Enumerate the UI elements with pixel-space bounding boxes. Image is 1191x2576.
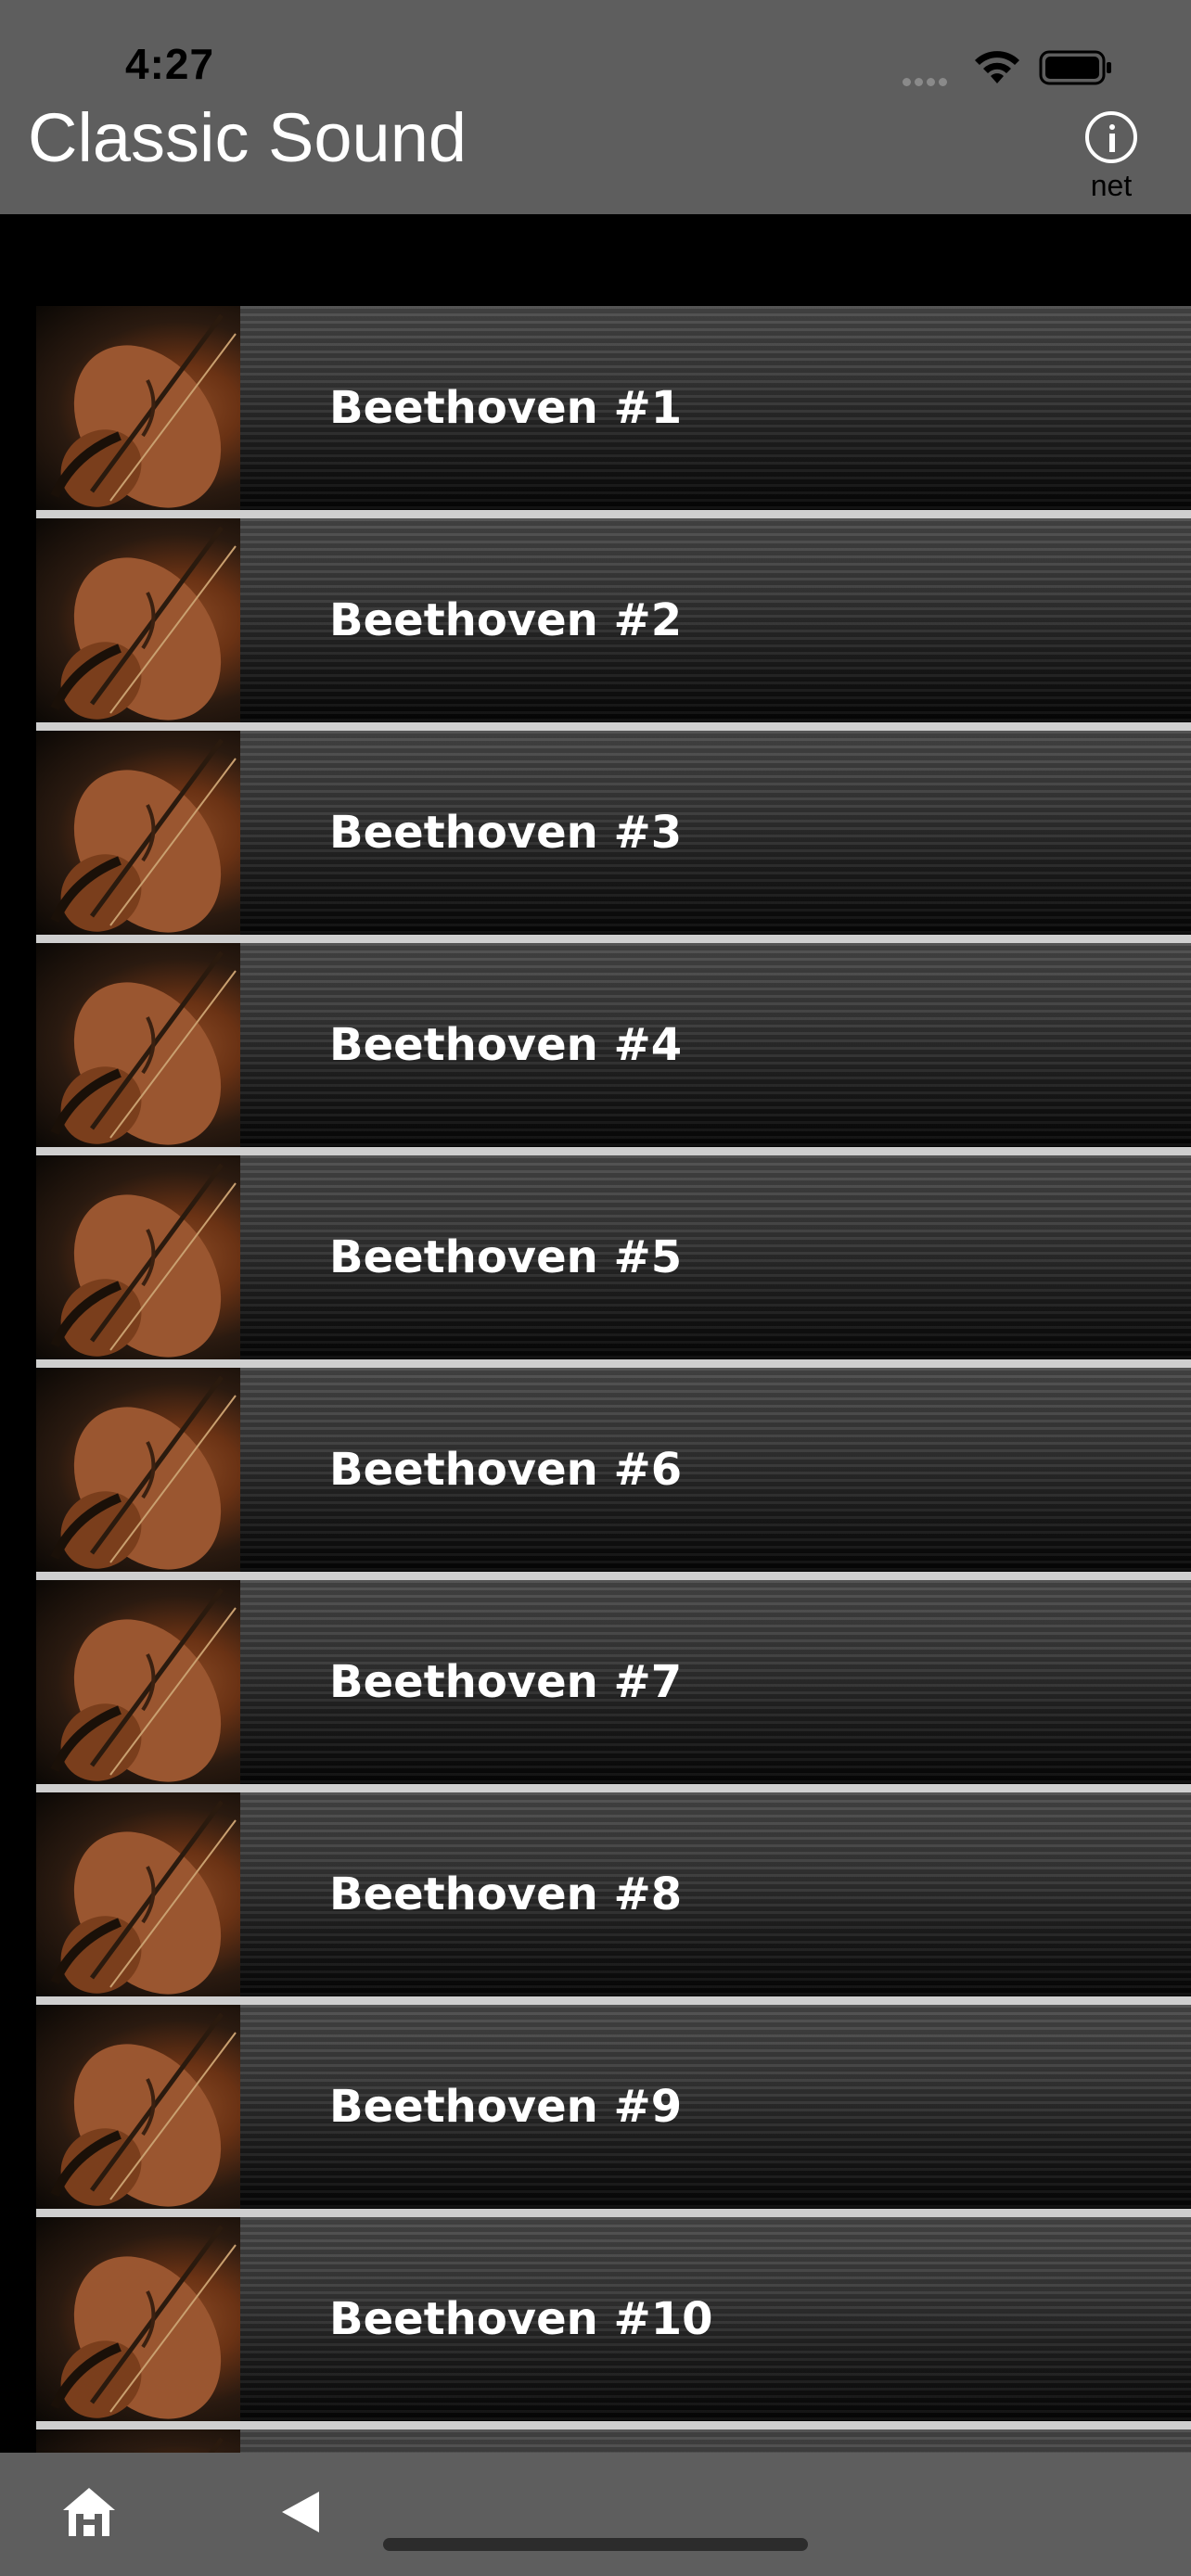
home-indicator — [383, 2538, 808, 2551]
divider — [36, 510, 1191, 518]
violin-thumbnail — [36, 1368, 240, 1572]
violin-thumbnail — [36, 2429, 240, 2454]
divider — [36, 1572, 1191, 1580]
divider — [36, 722, 1191, 731]
list-item-label: Beethoven #3 — [329, 807, 683, 859]
list-item-label: Beethoven #7 — [329, 1656, 683, 1708]
list-item[interactable]: Beethoven #9 — [36, 2005, 1191, 2217]
list-item-label: Beethoven #10 — [329, 2293, 713, 2345]
info-button[interactable]: net — [1083, 111, 1139, 209]
divider — [36, 1784, 1191, 1792]
home-icon[interactable] — [59, 2482, 119, 2542]
top-bar: 4:27 Classic Sound net — [0, 0, 1191, 214]
divider — [36, 935, 1191, 943]
track-list: Beethoven #1 Beethoven #2 Beethoven #3 Beet… — [36, 306, 1191, 2454]
list-item-label: Beethoven #4 — [329, 1019, 683, 1071]
battery-icon — [1039, 50, 1111, 85]
list-item[interactable]: Beethoven #6 — [36, 1368, 1191, 1580]
violin-thumbnail — [36, 943, 240, 1147]
list-item-label: Beethoven #9 — [329, 2081, 683, 2133]
bottom-toolbar — [0, 2453, 1191, 2576]
divider — [36, 1359, 1191, 1368]
violin-thumbnail — [36, 306, 240, 510]
list-item[interactable]: Beethoven #2 — [36, 518, 1191, 731]
divider — [36, 2421, 1191, 2429]
violin-thumbnail — [36, 2005, 240, 2209]
list-item[interactable]: Beethoven #3 — [36, 731, 1191, 943]
page-title: Classic Sound — [28, 99, 467, 176]
divider — [36, 2209, 1191, 2217]
violin-thumbnail — [36, 1580, 240, 1784]
wifi-icon — [975, 51, 1019, 83]
list-item-background — [240, 2429, 1191, 2454]
violin-thumbnail — [36, 731, 240, 935]
list-item[interactable]: Beethoven #10 — [36, 2217, 1191, 2429]
list-item-label: Beethoven #1 — [329, 382, 683, 434]
violin-thumbnail — [36, 1155, 240, 1359]
list-item[interactable]: Beethoven #8 — [36, 1792, 1191, 2005]
divider — [36, 1147, 1191, 1155]
status-time: 4:27 — [125, 40, 215, 88]
list-item-label: Beethoven #6 — [329, 1444, 683, 1496]
back-icon[interactable] — [278, 2488, 323, 2536]
list-item-label: Beethoven #8 — [329, 1868, 683, 1920]
list-item[interactable]: Beethoven #4 — [36, 943, 1191, 1155]
list-item[interactable]: Beethoven #1 — [36, 306, 1191, 518]
violin-thumbnail — [36, 1792, 240, 1996]
list-item[interactable]: Beethoven #7 — [36, 1580, 1191, 1792]
list-item-label: Beethoven #5 — [329, 1231, 683, 1283]
divider — [36, 1996, 1191, 2005]
violin-thumbnail — [36, 518, 240, 722]
list-item-label: Beethoven #2 — [329, 594, 683, 646]
signal-icon — [903, 74, 951, 91]
violin-thumbnail — [36, 2217, 240, 2421]
list-item[interactable] — [36, 2429, 1191, 2454]
info-icon — [1085, 111, 1137, 163]
info-label: net — [1090, 169, 1133, 202]
list-item[interactable]: Beethoven #5 — [36, 1155, 1191, 1368]
